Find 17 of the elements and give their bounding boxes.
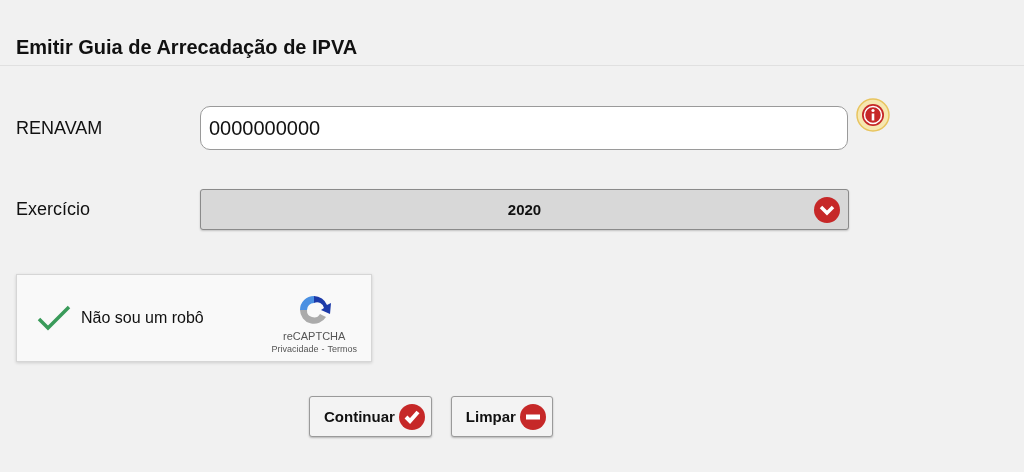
renavam-field[interactable]: 0000000000	[200, 106, 848, 150]
captcha-label: Não sou um robô	[81, 309, 205, 327]
year-select[interactable]: 2020	[200, 189, 849, 230]
chevron-down-icon	[814, 197, 840, 223]
page-title: Emitir Guia de Arrecadação de IPVA	[16, 36, 358, 59]
checkmark-icon[interactable]	[37, 305, 71, 331]
recaptcha-brand: reCAPTCHA	[283, 330, 346, 342]
privacy-link[interactable]: Privacidade	[271, 344, 319, 354]
continue-button[interactable]: Continuar	[309, 396, 432, 437]
info-icon[interactable]	[856, 98, 890, 132]
field-label: RENAVAM	[16, 117, 104, 139]
clear-button[interactable]: Limpar	[450, 396, 553, 437]
separator: -	[321, 344, 325, 354]
minus-icon	[519, 403, 546, 430]
check-icon	[398, 403, 425, 430]
terms-link[interactable]: Termos	[327, 344, 357, 354]
field-label: Exercício	[16, 199, 92, 220]
